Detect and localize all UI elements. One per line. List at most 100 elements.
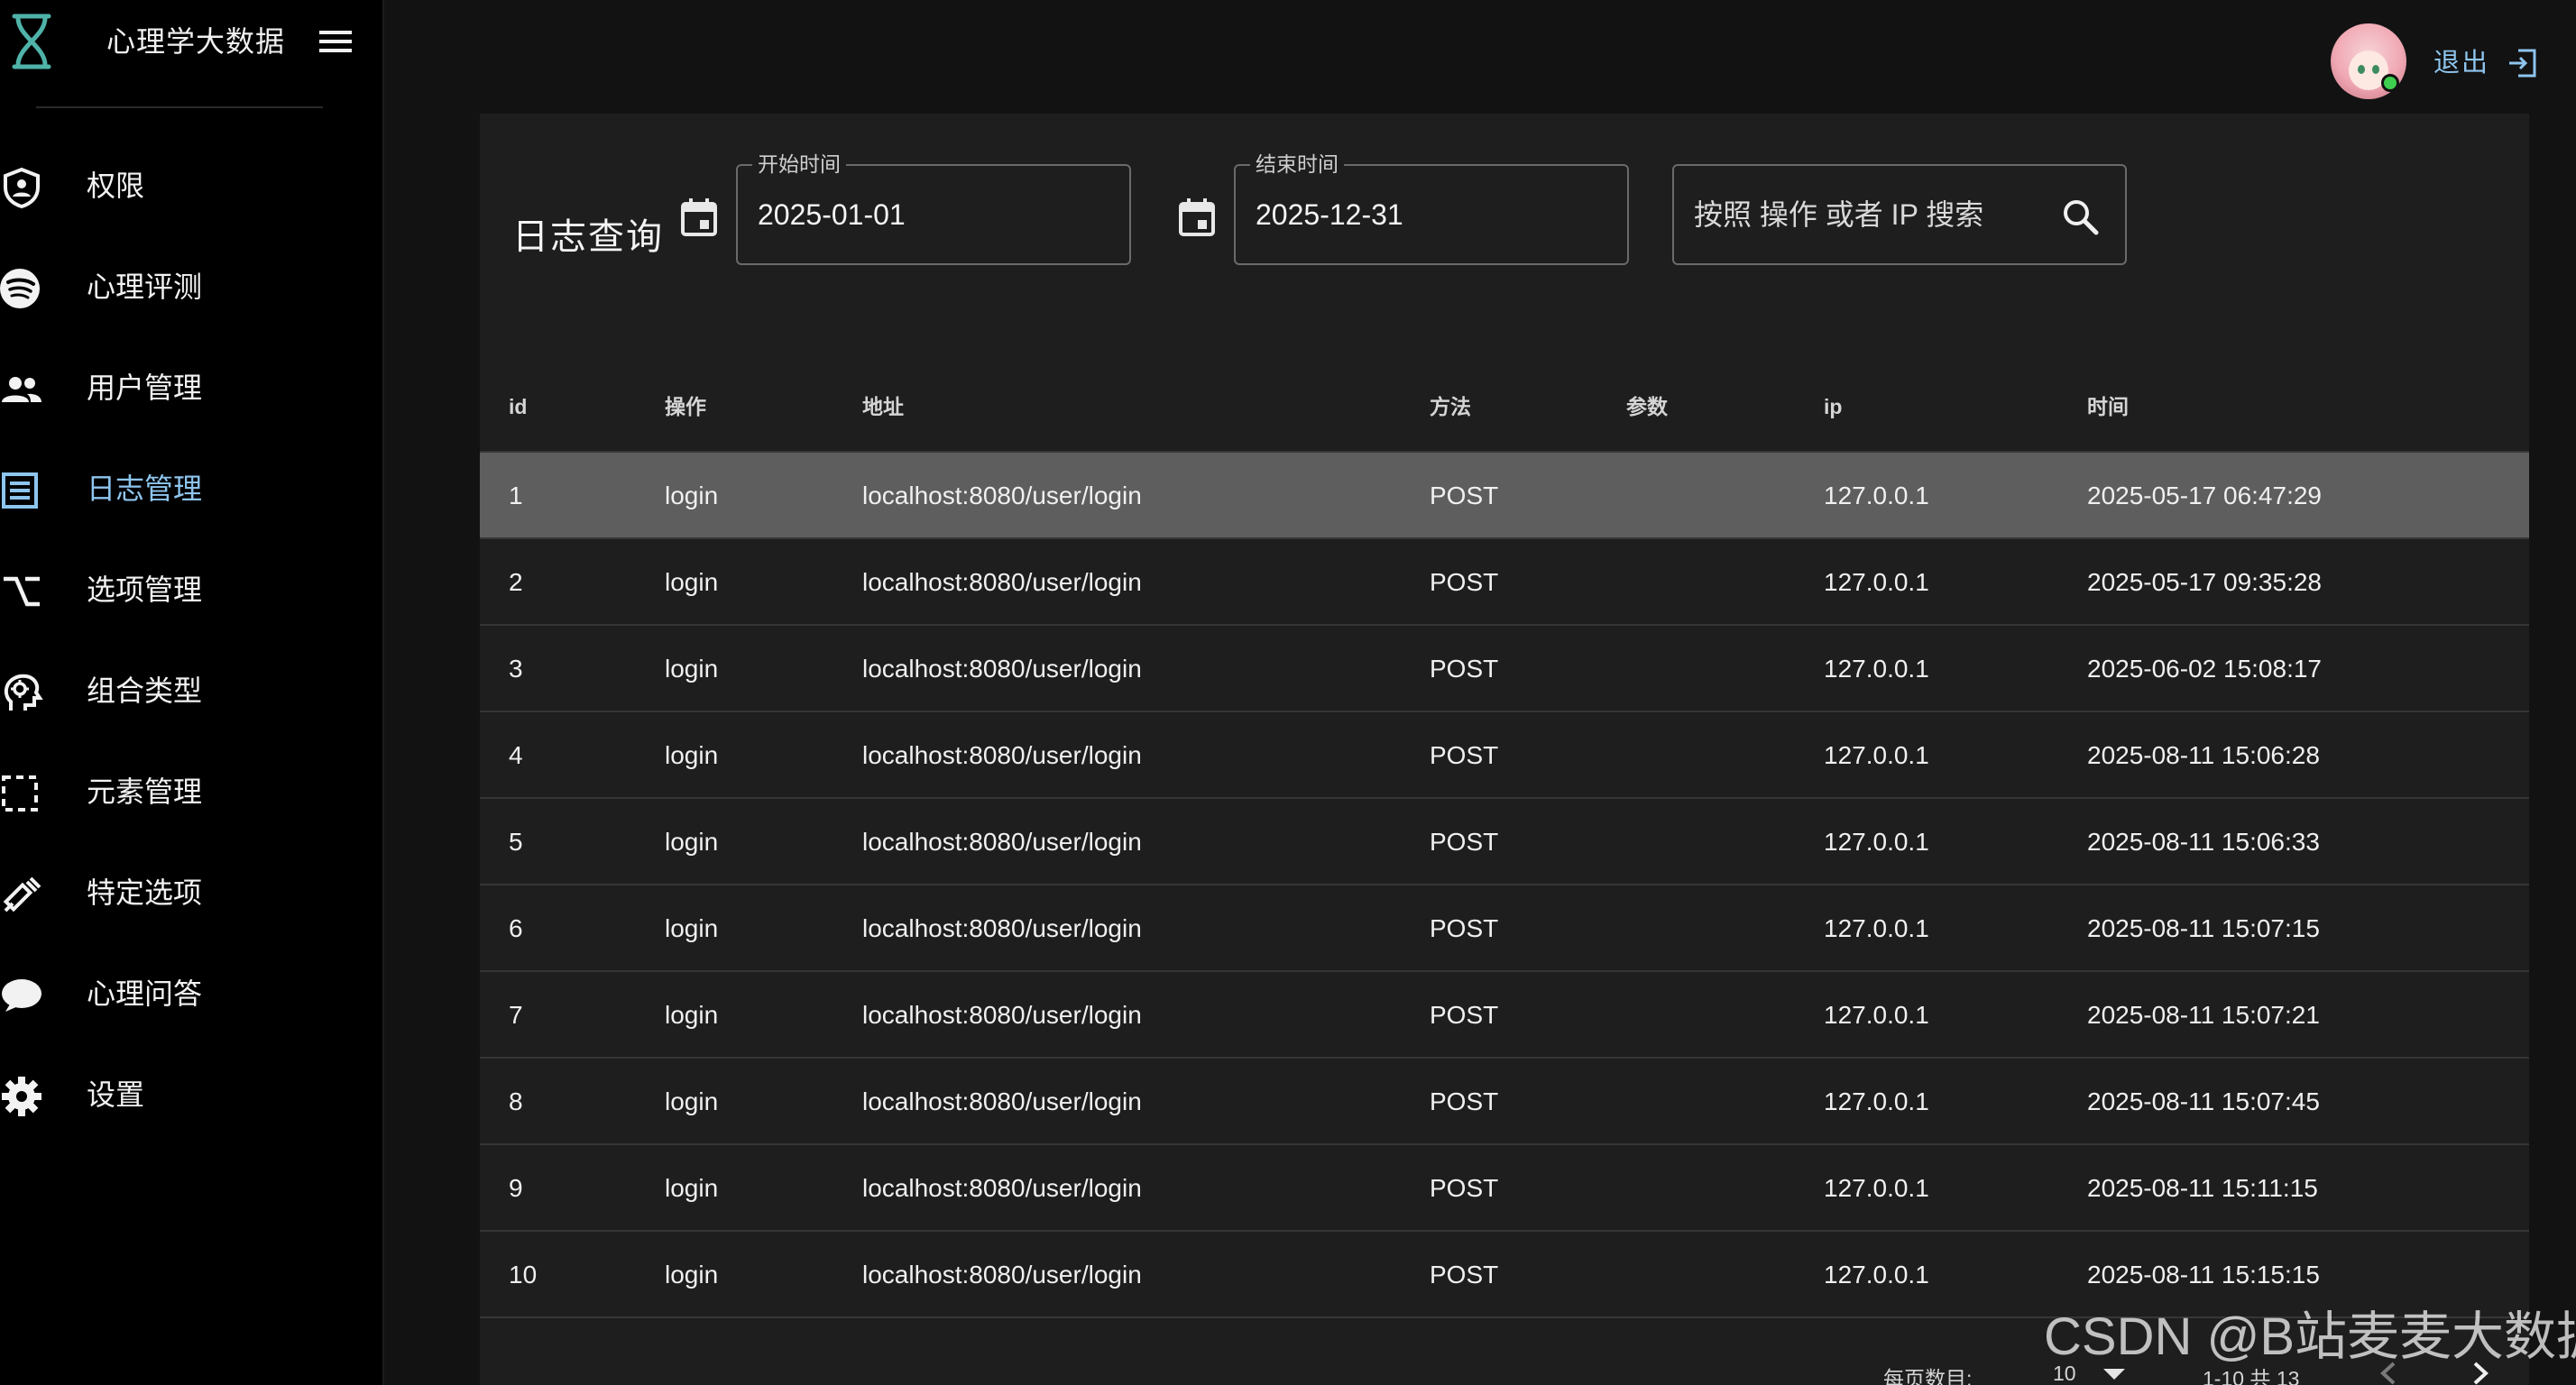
cell-id: 9 <box>509 1174 523 1202</box>
table-row[interactable]: 9 login localhost:8080/user/login POST 127.0… <box>480 1145 2529 1232</box>
cell-operation: login <box>665 914 719 942</box>
logout-button[interactable]: 退出 <box>2433 45 2538 81</box>
sidebar-item-label: 心理问答 <box>87 977 203 1010</box>
column-header[interactable]: 参数 <box>1626 393 1668 420</box>
cell-ip: 127.0.0.1 <box>1824 1001 1929 1029</box>
table-row[interactable]: 8 login localhost:8080/user/login POST 127.0… <box>480 1059 2529 1145</box>
app-root: 心理学大数据 权限 心理评测 用户管理 日志管理 选项管理 组合类型 元素管理 … <box>0 0 2576 1385</box>
sidebar-item-combination-types[interactable]: 组合类型 <box>0 640 384 741</box>
start-date-value[interactable]: 2025-01-01 <box>758 197 1100 233</box>
calendar-icon[interactable] <box>678 197 720 238</box>
shield-account-icon <box>4 167 40 209</box>
cell-ip: 127.0.0.1 <box>1824 655 1929 683</box>
table-body: 1 login localhost:8080/user/login POST 127.0… <box>480 453 2529 1318</box>
sidebar-item-users[interactable]: 用户管理 <box>0 337 384 438</box>
option-key-icon <box>4 576 40 607</box>
spotify-icon <box>0 269 40 308</box>
cell-operation: login <box>665 1087 719 1115</box>
end-date-value[interactable]: 2025-12-31 <box>1256 197 1598 233</box>
sidebar: 心理学大数据 权限 心理评测 用户管理 日志管理 选项管理 组合类型 元素管理 … <box>0 0 384 1385</box>
column-header[interactable]: ip <box>1824 393 1842 420</box>
table-row[interactable]: 7 login localhost:8080/user/login POST 127.0… <box>480 972 2529 1059</box>
search-icon[interactable] <box>2060 197 2100 236</box>
cell-id: 10 <box>509 1261 538 1289</box>
end-date-field[interactable]: 结束时间 2025-12-31 <box>1234 151 1629 265</box>
cell-method: POST <box>1430 1087 1499 1115</box>
cell-ip: 127.0.0.1 <box>1824 1174 1929 1202</box>
online-status-dot <box>2381 74 2399 92</box>
cell-address: localhost:8080/user/login <box>862 655 1142 683</box>
table-header: id 操作 地址 方法 参数 ip 时间 <box>480 366 2529 453</box>
watermark: CSDN @B站麦麦大数据 <box>2044 1307 2576 1366</box>
column-header[interactable]: 时间 <box>2087 393 2129 420</box>
menu-icon[interactable] <box>317 27 354 56</box>
sidebar-item-specific-options[interactable]: 特定选项 <box>0 842 384 943</box>
chat-bubble-icon <box>2 979 41 1012</box>
column-header[interactable]: id <box>509 393 527 420</box>
chevron-down-icon <box>2103 1369 2125 1380</box>
dashed-square-icon <box>2 775 38 812</box>
column-header[interactable]: 地址 <box>862 393 904 420</box>
search-field[interactable] <box>1672 164 2127 265</box>
avatar-eye <box>2358 65 2365 74</box>
cell-operation: login <box>665 828 719 856</box>
cell-time: 2025-05-17 06:47:29 <box>2087 482 2322 509</box>
cell-ip: 127.0.0.1 <box>1824 568 1929 596</box>
sidebar-divider <box>36 106 323 108</box>
cell-ip: 127.0.0.1 <box>1824 482 1929 509</box>
logout-icon <box>2509 49 2536 78</box>
cell-id: 5 <box>509 828 523 856</box>
cell-operation: login <box>665 568 719 596</box>
sidebar-item-label: 选项管理 <box>87 573 203 606</box>
sidebar-item-elements[interactable]: 元素管理 <box>0 741 384 842</box>
table-row[interactable]: 5 login localhost:8080/user/login POST 127.0… <box>480 799 2529 885</box>
cell-method: POST <box>1430 741 1499 769</box>
page-title: 日志查询 <box>512 217 664 257</box>
table-row[interactable]: 2 login localhost:8080/user/login POST 127.0… <box>480 539 2529 626</box>
cell-address: localhost:8080/user/login <box>862 1261 1142 1289</box>
sidebar-item-options[interactable]: 选项管理 <box>0 539 384 640</box>
cell-time: 2025-06-02 15:08:17 <box>2087 655 2322 683</box>
cell-operation: login <box>665 482 719 509</box>
cell-method: POST <box>1430 1001 1499 1029</box>
table-row[interactable]: 4 login localhost:8080/user/login POST 127.0… <box>480 712 2529 799</box>
cell-id: 3 <box>509 655 523 683</box>
sidebar-item-logs[interactable]: 日志管理 <box>0 438 384 539</box>
sidebar-item-settings[interactable]: 设置 <box>0 1044 384 1145</box>
start-date-field[interactable]: 开始时间 2025-01-01 <box>736 151 1131 265</box>
cell-operation: login <box>665 1001 719 1029</box>
log-query-card: 日志查询 开始时间 2025-01-01 结束时间 2025-12-31 按照 … <box>480 114 2529 1385</box>
sidebar-item-permissions[interactable]: 权限 <box>0 135 384 236</box>
cell-time: 2025-08-11 15:07:45 <box>2087 1087 2320 1115</box>
calendar-icon[interactable] <box>1176 197 1218 238</box>
cell-id: 1 <box>509 482 523 509</box>
table-row[interactable]: 3 login localhost:8080/user/login POST 127.0… <box>480 626 2529 712</box>
cell-address: localhost:8080/user/login <box>862 828 1142 856</box>
search-input[interactable] <box>1694 197 2055 233</box>
log-table: id 操作 地址 方法 参数 ip 时间 1 login localhost:808… <box>480 366 2529 1318</box>
sidebar-item-label: 元素管理 <box>87 775 203 808</box>
cell-address: localhost:8080/user/login <box>862 1087 1142 1115</box>
sidebar-item-assessment[interactable]: 心理评测 <box>0 236 384 337</box>
cell-operation: login <box>665 1261 719 1289</box>
sidebar-nav: 权限 心理评测 用户管理 日志管理 选项管理 组合类型 元素管理 特定选项 心理… <box>0 135 384 1145</box>
sidebar-item-label: 特定选项 <box>87 876 203 909</box>
cell-id: 8 <box>509 1087 523 1115</box>
logout-label: 退出 <box>2433 49 2490 78</box>
sidebar-item-label: 心理评测 <box>87 271 203 303</box>
sidebar-item-qa[interactable]: 心理问答 <box>0 943 384 1044</box>
cell-method: POST <box>1430 1174 1499 1202</box>
cell-method: POST <box>1430 482 1499 509</box>
cell-time: 2025-08-11 15:06:28 <box>2087 741 2320 769</box>
column-header[interactable]: 方法 <box>1430 393 1471 420</box>
cell-id: 7 <box>509 1001 523 1029</box>
cell-ip: 127.0.0.1 <box>1824 828 1929 856</box>
column-header[interactable]: 操作 <box>665 393 706 420</box>
cell-ip: 127.0.0.1 <box>1824 1261 1929 1289</box>
table-row[interactable]: 6 login localhost:8080/user/login POST 127.0… <box>480 885 2529 972</box>
start-date-label: 开始时间 <box>752 151 846 177</box>
table-row[interactable]: 1 login localhost:8080/user/login POST 127.0… <box>480 453 2529 539</box>
cell-ip: 127.0.0.1 <box>1824 914 1929 942</box>
app-title: 心理学大数据 <box>106 25 286 58</box>
cell-address: localhost:8080/user/login <box>862 1174 1142 1202</box>
